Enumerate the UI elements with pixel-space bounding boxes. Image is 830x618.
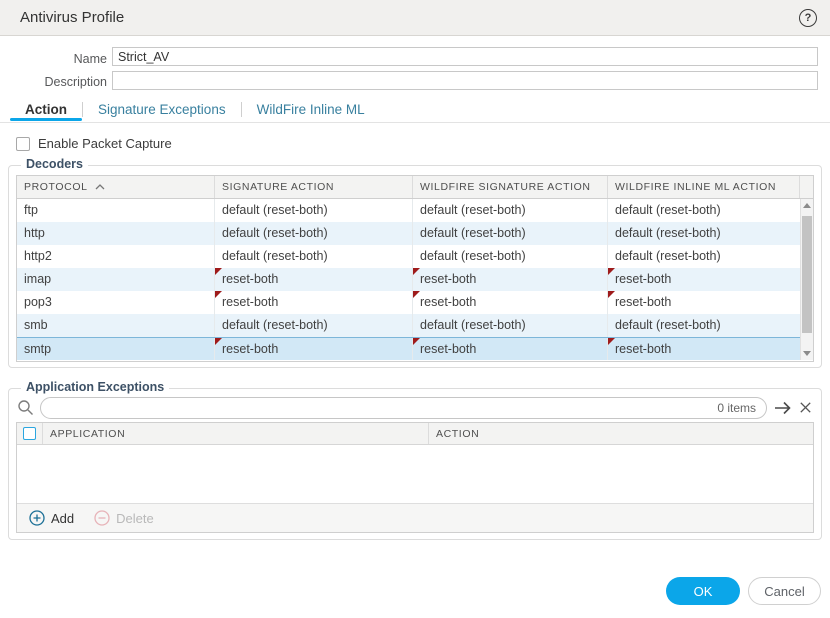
tab-bar: Action Signature Exceptions WildFire Inl… — [10, 98, 380, 121]
decoder-protocol-cell[interactable]: http — [17, 222, 215, 245]
decoder-action-cell[interactable]: reset-both — [413, 291, 608, 314]
decoder-action-cell[interactable]: default (reset-both) — [413, 199, 608, 222]
application-search-input[interactable]: 0 items — [40, 397, 767, 419]
decoder-action-cell[interactable]: default (reset-both) — [608, 245, 813, 268]
column-header-action[interactable]: ACTION — [429, 423, 813, 444]
decoder-action-cell[interactable]: reset-both — [608, 291, 813, 314]
application-exceptions-table-header: APPLICATION ACTION — [17, 423, 813, 445]
antivirus-profile-dialog: { "colors": { "accent": "#0ba6e9", "tab-… — [0, 0, 830, 618]
description-label: Description — [12, 74, 107, 90]
decoder-protocol-cell[interactable]: smtp — [17, 338, 215, 360]
column-header-protocol-label: PROTOCOL — [24, 181, 88, 193]
decoder-action-cell[interactable]: reset-both — [215, 291, 413, 314]
decoders-table-body-rows: ftpdefault (reset-both)default (reset-bo… — [17, 199, 813, 360]
tab-wildfire-inline-ml[interactable]: WildFire Inline ML — [242, 98, 380, 121]
decoder-action-cell[interactable]: reset-both — [413, 338, 608, 360]
decoder-protocol-cell[interactable]: smb — [17, 314, 215, 337]
decoder-row-pop3[interactable]: pop3reset-bothreset-bothreset-both — [17, 291, 813, 314]
decoder-action-cell[interactable]: reset-both — [608, 338, 813, 360]
column-header-signature-action[interactable]: SIGNATURE ACTION — [215, 176, 413, 198]
cancel-button[interactable]: Cancel — [748, 577, 821, 605]
dialog-titlebar: Antivirus Profile — [0, 0, 830, 36]
items-count-badge: 0 items — [717, 401, 756, 415]
column-header-wildfire-signature-action[interactable]: WILDFIRE SIGNATURE ACTION — [413, 176, 608, 198]
scrollbar-thumb[interactable] — [802, 216, 812, 333]
decoders-legend: Decoders — [21, 157, 88, 171]
tab-action[interactable]: Action — [10, 98, 82, 121]
decoders-table: PROTOCOL SIGNATURE ACTION WILDFIRE SIGNA… — [16, 175, 814, 362]
add-button[interactable]: Add — [29, 510, 74, 526]
decoder-protocol-cell[interactable]: ftp — [17, 199, 215, 222]
decoder-row-imap[interactable]: imapreset-bothreset-bothreset-both — [17, 268, 813, 291]
decoder-action-cell[interactable]: reset-both — [215, 268, 413, 291]
column-header-protocol[interactable]: PROTOCOL — [17, 176, 215, 198]
decoder-protocol-cell[interactable]: http2 — [17, 245, 215, 268]
decoder-action-cell[interactable]: default (reset-both) — [413, 222, 608, 245]
tab-action-label: Action — [25, 102, 67, 117]
decoder-row-smb[interactable]: smbdefault (reset-both)default (reset-bo… — [17, 314, 813, 337]
column-header-action-label: ACTION — [436, 428, 479, 440]
help-glyph: ? — [805, 12, 812, 24]
help-icon[interactable]: ? — [799, 9, 817, 27]
select-all-cell — [17, 423, 43, 444]
enable-packet-capture-label: Enable Packet Capture — [38, 136, 172, 151]
decoder-action-cell[interactable]: reset-both — [608, 268, 813, 291]
decoder-protocol-cell[interactable]: imap — [17, 268, 215, 291]
column-header-wildfire-signature-action-label: WILDFIRE SIGNATURE ACTION — [420, 181, 591, 193]
tab-signature-exceptions-label: Signature Exceptions — [98, 102, 226, 117]
tab-wildfire-inline-ml-label: WildFire Inline ML — [257, 102, 365, 117]
decoder-action-cell[interactable]: default (reset-both) — [413, 314, 608, 337]
decoder-action-cell[interactable]: default (reset-both) — [215, 199, 413, 222]
decoder-protocol-cell[interactable]: pop3 — [17, 291, 215, 314]
decoders-scrollbar[interactable] — [800, 199, 813, 360]
decoder-row-http2[interactable]: http2default (reset-both)default (reset-… — [17, 245, 813, 268]
application-exceptions-section: Application Exceptions 0 items APPLICATI… — [8, 388, 822, 540]
decoder-row-ftp[interactable]: ftpdefault (reset-both)default (reset-bo… — [17, 199, 813, 222]
decoders-table-body: ftpdefault (reset-both)default (reset-bo… — [17, 199, 813, 360]
decoder-action-cell[interactable]: default (reset-both) — [215, 245, 413, 268]
name-label: Name — [12, 51, 107, 67]
add-button-label: Add — [51, 511, 74, 526]
minus-circle-icon — [94, 510, 110, 526]
application-exceptions-table-body — [17, 445, 813, 503]
decoder-action-cell[interactable]: default (reset-both) — [608, 199, 813, 222]
plus-circle-icon — [29, 510, 45, 526]
column-header-application-label: APPLICATION — [50, 428, 125, 440]
apply-filter-arrow-icon[interactable] — [773, 398, 795, 418]
decoders-section: Decoders PROTOCOL SIGNATURE ACTION WILDF… — [8, 165, 822, 368]
decoder-action-cell[interactable]: default (reset-both) — [413, 245, 608, 268]
column-header-wildfire-inline-ml-action-label: WILDFIRE INLINE ML ACTION — [615, 181, 776, 193]
application-exceptions-table: APPLICATION ACTION Add Delete — [16, 422, 814, 533]
delete-button-label: Delete — [116, 511, 154, 526]
column-header-application[interactable]: APPLICATION — [43, 423, 429, 444]
decoder-action-cell[interactable]: reset-both — [413, 268, 608, 291]
tabs-divider — [0, 122, 830, 123]
scroll-down-arrow-icon[interactable] — [801, 348, 813, 360]
description-input[interactable] — [112, 71, 818, 90]
clear-filter-icon[interactable] — [798, 400, 814, 416]
column-header-wildfire-inline-ml-action[interactable]: WILDFIRE INLINE ML ACTION — [608, 176, 800, 198]
decoder-row-http[interactable]: httpdefault (reset-both)default (reset-b… — [17, 222, 813, 245]
tab-signature-exceptions[interactable]: Signature Exceptions — [83, 98, 241, 121]
application-exceptions-table-footer: Add Delete — [17, 503, 813, 532]
decoder-row-smtp[interactable]: smtpreset-bothreset-bothreset-both — [17, 337, 813, 360]
ok-button[interactable]: OK — [666, 577, 740, 605]
scroll-up-arrow-icon[interactable] — [801, 199, 813, 211]
application-exceptions-legend: Application Exceptions — [21, 380, 169, 394]
decoder-action-cell[interactable]: reset-both — [215, 338, 413, 360]
decoder-action-cell[interactable]: default (reset-both) — [215, 314, 413, 337]
decoder-action-cell[interactable]: default (reset-both) — [608, 314, 813, 337]
column-header-signature-action-label: SIGNATURE ACTION — [222, 181, 334, 193]
decoder-action-cell[interactable]: default (reset-both) — [608, 222, 813, 245]
search-icon — [17, 399, 34, 416]
sort-ascending-icon — [95, 184, 105, 190]
delete-button[interactable]: Delete — [94, 510, 154, 526]
decoders-table-header: PROTOCOL SIGNATURE ACTION WILDFIRE SIGNA… — [17, 176, 813, 199]
select-all-checkbox[interactable] — [23, 427, 36, 440]
name-input[interactable] — [112, 47, 818, 66]
decoder-action-cell[interactable]: default (reset-both) — [215, 222, 413, 245]
enable-packet-capture-row[interactable]: Enable Packet Capture — [16, 136, 172, 151]
dialog-title: Antivirus Profile — [20, 9, 124, 26]
enable-packet-capture-checkbox[interactable] — [16, 137, 30, 151]
